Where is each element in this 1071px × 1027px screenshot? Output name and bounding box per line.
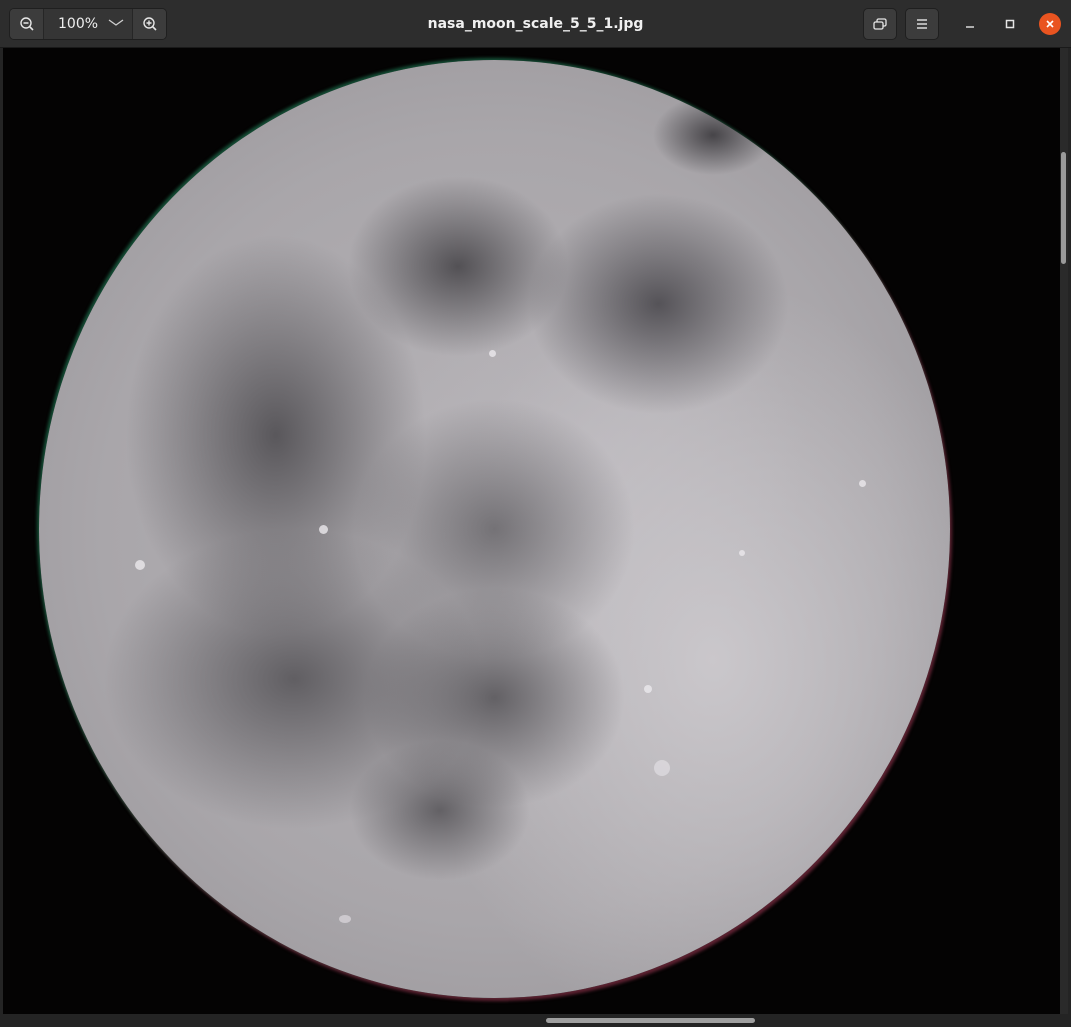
zoom-out-button[interactable] (10, 9, 43, 39)
view-toggle-button[interactable] (863, 8, 897, 40)
zoom-level-value: 100% (58, 16, 99, 32)
crater (644, 685, 652, 693)
minimize-icon (966, 26, 974, 28)
crater (339, 915, 351, 923)
horizontal-scrollbar[interactable] (0, 1014, 1071, 1027)
chevron-down-icon (108, 16, 124, 32)
close-button[interactable] (1039, 13, 1061, 35)
zoom-in-icon (142, 17, 157, 31)
image-viewer-window: 100% nasa_moon_scale_5_5_1.jpg (0, 0, 1071, 1027)
main-menu-button[interactable] (905, 8, 939, 40)
moon-picture (39, 60, 950, 998)
minimize-button[interactable] (958, 12, 982, 36)
zoom-out-icon (19, 17, 34, 31)
crater (319, 525, 328, 534)
maximize-icon (1005, 19, 1015, 29)
crater (859, 480, 866, 487)
restore-view-icon (873, 18, 887, 30)
close-icon (1046, 20, 1054, 28)
vertical-scrollbar[interactable] (1060, 48, 1068, 1014)
maximize-button[interactable] (998, 12, 1022, 36)
horizontal-scrollbar-thumb[interactable] (546, 1018, 755, 1023)
hamburger-menu-icon (917, 19, 927, 29)
vertical-scrollbar-thumb[interactable] (1061, 152, 1066, 264)
crater (489, 350, 496, 357)
crater (654, 760, 670, 776)
zoom-level-dropdown[interactable]: 100% (44, 9, 132, 39)
image-canvas[interactable] (0, 48, 1071, 1027)
zoom-control-group: 100% (9, 8, 167, 40)
zoom-in-button[interactable] (133, 9, 166, 39)
header-bar: 100% nasa_moon_scale_5_5_1.jpg (0, 0, 1071, 48)
crater (739, 550, 745, 556)
displayed-image (3, 48, 1060, 1014)
crater (135, 560, 145, 570)
